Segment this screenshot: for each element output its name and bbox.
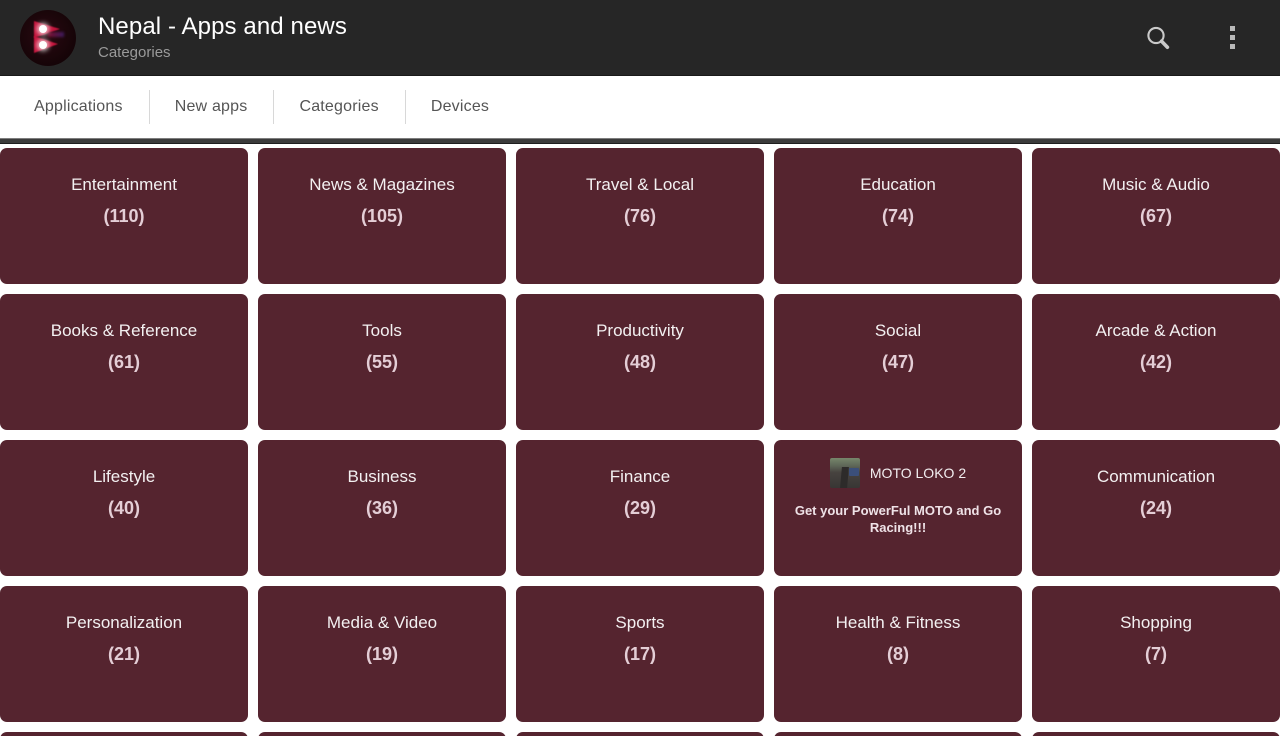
category-card-title: Education [860, 175, 936, 194]
category-card-count: (76) [623, 206, 656, 226]
category-card[interactable]: Arcade & Action (42) [1032, 294, 1280, 430]
category-card[interactable]: Business (36) [258, 440, 506, 576]
tab-bar: Applications New apps Categories Devices [0, 76, 1280, 138]
category-card-count: (55) [365, 352, 398, 372]
tab-label: Devices [430, 98, 490, 115]
category-card[interactable]: Personalization (21) [0, 586, 248, 722]
tab-categories[interactable]: Categories [273, 87, 404, 127]
category-card-title: Sports [615, 613, 665, 632]
category-card[interactable]: Lifestyle (40) [0, 440, 248, 576]
category-card-title: Music & Audio [1102, 175, 1210, 194]
tab-label: New apps [174, 98, 248, 115]
flag-sun-symbol [39, 40, 47, 49]
ad-description: Get your PowerFul MOTO and Go Racing!!! [794, 503, 1002, 535]
app-bar-actions [1136, 16, 1254, 60]
category-card[interactable] [516, 732, 764, 736]
tab-devices[interactable]: Devices [404, 87, 515, 127]
category-card-count: (105) [360, 206, 404, 226]
category-card-title: Media & Video [326, 613, 438, 632]
search-icon [1147, 26, 1170, 49]
flag-moon-symbol [39, 24, 47, 33]
category-card-count: (48) [623, 352, 656, 372]
category-grid: Entertainment (110) News & Magazines (105) T… [0, 148, 1280, 736]
app-bar-titles: Nepal - Apps and news Categories [98, 13, 1136, 63]
ad-title: MOTO LOKO 2 [869, 465, 967, 481]
search-button[interactable] [1136, 16, 1180, 60]
category-card-count: (67) [1139, 206, 1172, 226]
flag-streak [48, 31, 64, 37]
category-card[interactable]: Media & Video (19) [258, 586, 506, 722]
category-card-count: (47) [881, 352, 914, 372]
category-card[interactable] [258, 732, 506, 736]
category-card[interactable]: Education (74) [774, 148, 1022, 284]
moto-loko-2-thumbnail-icon [829, 458, 860, 488]
category-card[interactable]: Social (47) [774, 294, 1022, 430]
category-card-title: Shopping [1120, 613, 1192, 632]
category-card[interactable] [774, 732, 1022, 736]
category-card[interactable]: Travel & Local (76) [516, 148, 764, 284]
category-card[interactable]: Sports (17) [516, 586, 764, 722]
category-card-count: (8) [887, 644, 909, 664]
category-card-title: Tools [362, 321, 402, 340]
category-card[interactable]: News & Magazines (105) [258, 148, 506, 284]
category-card[interactable]: Music & Audio (67) [1032, 148, 1280, 284]
category-card-title: Business [347, 467, 417, 486]
category-card-count: (7) [1145, 644, 1167, 664]
tab-applications[interactable]: Applications [8, 87, 149, 127]
category-card-title: Finance [609, 467, 671, 486]
category-card-count: (74) [881, 206, 914, 226]
ad-header: MOTO LOKO 2 [784, 458, 1012, 488]
category-card-title: Travel & Local [585, 175, 695, 194]
category-card-title: Lifestyle [92, 467, 156, 486]
page-subtitle: Categories [98, 43, 171, 61]
app-bar: Nepal - Apps and news Categories [0, 0, 1280, 76]
category-card-count: (40) [107, 498, 140, 518]
page-title: Nepal - Apps and news [98, 12, 347, 40]
category-card-title: Personalization [65, 613, 183, 632]
category-grid-scroll-area[interactable]: Entertainment (110) News & Magazines (105) T… [0, 144, 1280, 736]
category-card[interactable]: Productivity (48) [516, 294, 764, 430]
category-card[interactable]: Tools (55) [258, 294, 506, 430]
overflow-menu-icon [1229, 26, 1235, 49]
tab-label: Applications [34, 98, 123, 115]
tab-new-apps[interactable]: New apps [148, 87, 274, 127]
category-card-count: (42) [1139, 352, 1172, 372]
category-card-title: Arcade & Action [1095, 321, 1217, 340]
category-card-count: (19) [365, 644, 398, 664]
category-card-title: Entertainment [71, 175, 177, 194]
category-card[interactable]: Shopping (7) [1032, 586, 1280, 722]
category-card-count: (17) [623, 644, 656, 664]
category-card-title: Productivity [596, 321, 684, 340]
category-card[interactable] [0, 732, 248, 736]
category-card-count: (61) [107, 352, 140, 372]
nepal-flag-app-icon [20, 9, 76, 66]
category-card-count: (29) [623, 498, 656, 518]
category-card[interactable]: Finance (29) [516, 440, 764, 576]
overflow-menu-button[interactable] [1210, 16, 1254, 60]
category-card-count: (21) [107, 644, 140, 664]
ad-card[interactable]: MOTO LOKO 2 Get your PowerFul MOTO and Go… [774, 440, 1022, 576]
category-card[interactable]: Books & Reference (61) [0, 294, 248, 430]
category-card-title: Communication [1096, 467, 1216, 486]
category-card-count: (24) [1139, 498, 1172, 518]
category-card[interactable]: Entertainment (110) [0, 148, 248, 284]
category-card-title: Social [874, 321, 922, 340]
category-card-count: (110) [103, 206, 145, 226]
category-card-count: (36) [365, 498, 398, 518]
category-card-title: News & Magazines [309, 175, 455, 194]
category-card[interactable]: Health & Fitness (8) [774, 586, 1022, 722]
category-card[interactable] [1032, 732, 1280, 736]
category-card-title: Health & Fitness [835, 613, 961, 632]
category-card[interactable]: Communication (24) [1032, 440, 1280, 576]
category-card-title: Books & Reference [50, 321, 198, 340]
tab-label: Categories [299, 98, 379, 115]
